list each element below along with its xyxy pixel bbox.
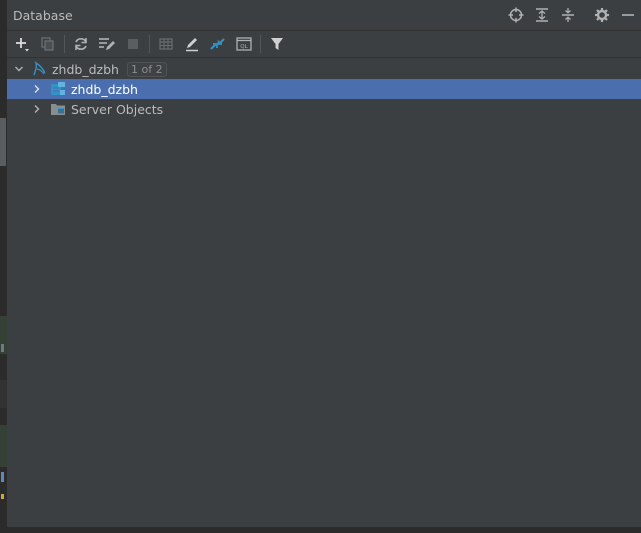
- gutter-marker: [1, 494, 4, 499]
- tool-window-title: Database: [13, 7, 73, 23]
- datasource-icon: [30, 59, 48, 79]
- gear-icon[interactable]: [589, 2, 615, 28]
- query-console-icon[interactable]: QL: [231, 32, 257, 56]
- tree-item-schema[interactable]: zhdb_dzbh: [7, 79, 641, 99]
- gutter-marker: [1, 344, 4, 352]
- tree-item-server-objects[interactable]: Server Objects: [7, 99, 641, 119]
- collapse-all-icon[interactable]: [555, 2, 581, 28]
- count-badge: 1 of 2: [126, 61, 167, 77]
- editor-gutter-strip: [0, 0, 7, 533]
- duplicate-icon[interactable]: [35, 32, 61, 56]
- chevron-down-icon[interactable]: [11, 59, 27, 79]
- toolbar-separator: [260, 35, 261, 53]
- tree-root-row[interactable]: zhdb_dzbh 1 of 2: [7, 59, 641, 79]
- expand-all-icon[interactable]: [529, 2, 555, 28]
- table-view-icon[interactable]: [153, 32, 179, 56]
- filter-icon[interactable]: [264, 32, 290, 56]
- scrollbar-thumb[interactable]: [0, 118, 6, 166]
- toolbar-separator: [64, 35, 65, 53]
- header-spacer: [581, 2, 589, 28]
- edit-properties-icon[interactable]: [94, 32, 120, 56]
- stop-icon[interactable]: [120, 32, 146, 56]
- tree-root-label: zhdb_dzbh: [52, 61, 119, 77]
- gutter-marker: [1, 472, 4, 482]
- jump-to-icon[interactable]: [205, 32, 231, 56]
- add-icon[interactable]: [9, 32, 35, 56]
- target-icon[interactable]: [503, 2, 529, 28]
- edit-source-icon[interactable]: [179, 32, 205, 56]
- refresh-icon[interactable]: [68, 32, 94, 56]
- tool-window-header: Database: [7, 0, 641, 31]
- window-bottom-border: [0, 527, 641, 533]
- minimize-icon[interactable]: [615, 2, 641, 28]
- gutter-highlight: [0, 380, 7, 408]
- database-tree[interactable]: zhdb_dzbh 1 of 2 zhdb_dzbh Server Object…: [7, 59, 641, 119]
- database-tool-window: Database QL zhdb_dzbh 1 of 2 zhdb_dzbh S…: [7, 0, 641, 527]
- tree-item-label: zhdb_dzbh: [71, 81, 138, 97]
- toolbar-separator: [149, 35, 150, 53]
- database-toolbar: QL: [7, 31, 641, 58]
- chevron-right-icon[interactable]: [29, 99, 45, 119]
- svg-text:QL: QL: [240, 44, 248, 50]
- chevron-right-icon[interactable]: [29, 79, 45, 99]
- folder-icon: [49, 99, 67, 119]
- gutter-highlight: [0, 425, 7, 467]
- schema-icon: [49, 79, 67, 99]
- tree-item-label: Server Objects: [71, 101, 164, 117]
